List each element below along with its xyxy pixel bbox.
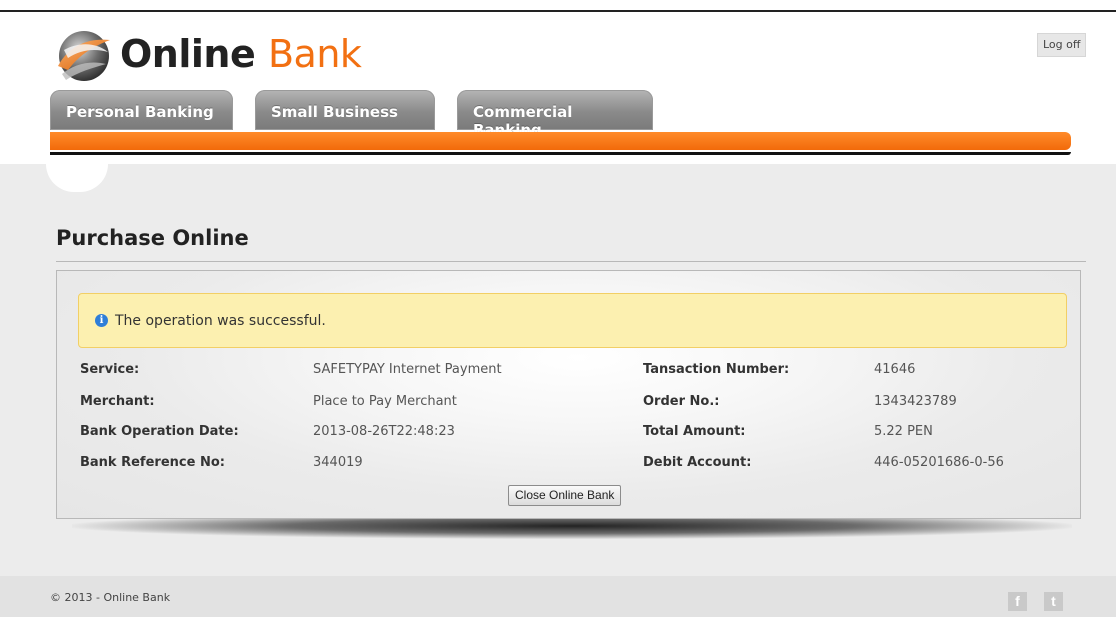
success-alert: i The operation was successful. [78, 293, 1067, 348]
tab-label: Small Business [271, 103, 398, 121]
tab-small-business[interactable]: Small Business [255, 90, 435, 130]
debit-account-value: 446-05201686-0-56 [874, 455, 1004, 470]
debit-account-label: Debit Account: [643, 455, 752, 470]
info-icon: i [95, 314, 108, 327]
globe-logo-icon [50, 24, 114, 84]
nav-underline [50, 152, 1071, 155]
alert-message: The operation was successful. [115, 312, 326, 329]
bank-operation-date-label: Bank Operation Date: [80, 424, 239, 439]
page-title: Purchase Online [56, 226, 249, 250]
logo[interactable]: Online Bank [50, 24, 362, 84]
facebook-icon[interactable]: f [1008, 592, 1027, 611]
twitter-icon[interactable]: t [1044, 592, 1063, 611]
main-nav-tabs: Personal Banking Small Business Commerci… [50, 78, 1080, 139]
copyright-text: © 2013 - Online Bank [50, 591, 171, 604]
order-number-value: 1343423789 [874, 394, 957, 409]
title-divider [56, 261, 1086, 262]
brand-name-part1: Online [120, 32, 256, 76]
tab-personal-banking[interactable]: Personal Banking [50, 90, 233, 130]
merchant-label: Merchant: [80, 394, 155, 409]
merchant-value: Place to Pay Merchant [313, 394, 457, 409]
order-number-label: Order No.: [643, 394, 720, 409]
close-online-bank-button[interactable]: Close Online Bank [508, 485, 622, 506]
bank-reference-value: 344019 [313, 455, 363, 470]
transaction-number-value: 41646 [874, 362, 916, 377]
service-value: SAFETYPAY Internet Payment [313, 362, 502, 377]
bank-reference-label: Bank Reference No: [80, 455, 225, 470]
tab-commercial-banking[interactable]: Commercial Banking [457, 90, 653, 139]
total-amount-label: Total Amount: [643, 424, 746, 439]
nav-accent-bar [50, 132, 1071, 150]
brand-name-part2: Bank [267, 32, 362, 76]
service-label: Service: [80, 362, 140, 377]
brand-name: Online Bank [120, 32, 362, 76]
transaction-number-label: Tansaction Number: [643, 362, 790, 377]
bank-operation-date-value: 2013-08-26T22:48:23 [313, 424, 455, 439]
tab-label: Personal Banking [66, 103, 214, 121]
logoff-button[interactable]: Log off [1037, 33, 1087, 57]
total-amount-value: 5.22 PEN [874, 424, 933, 439]
transaction-panel: i The operation was successful. Service:… [56, 270, 1081, 519]
